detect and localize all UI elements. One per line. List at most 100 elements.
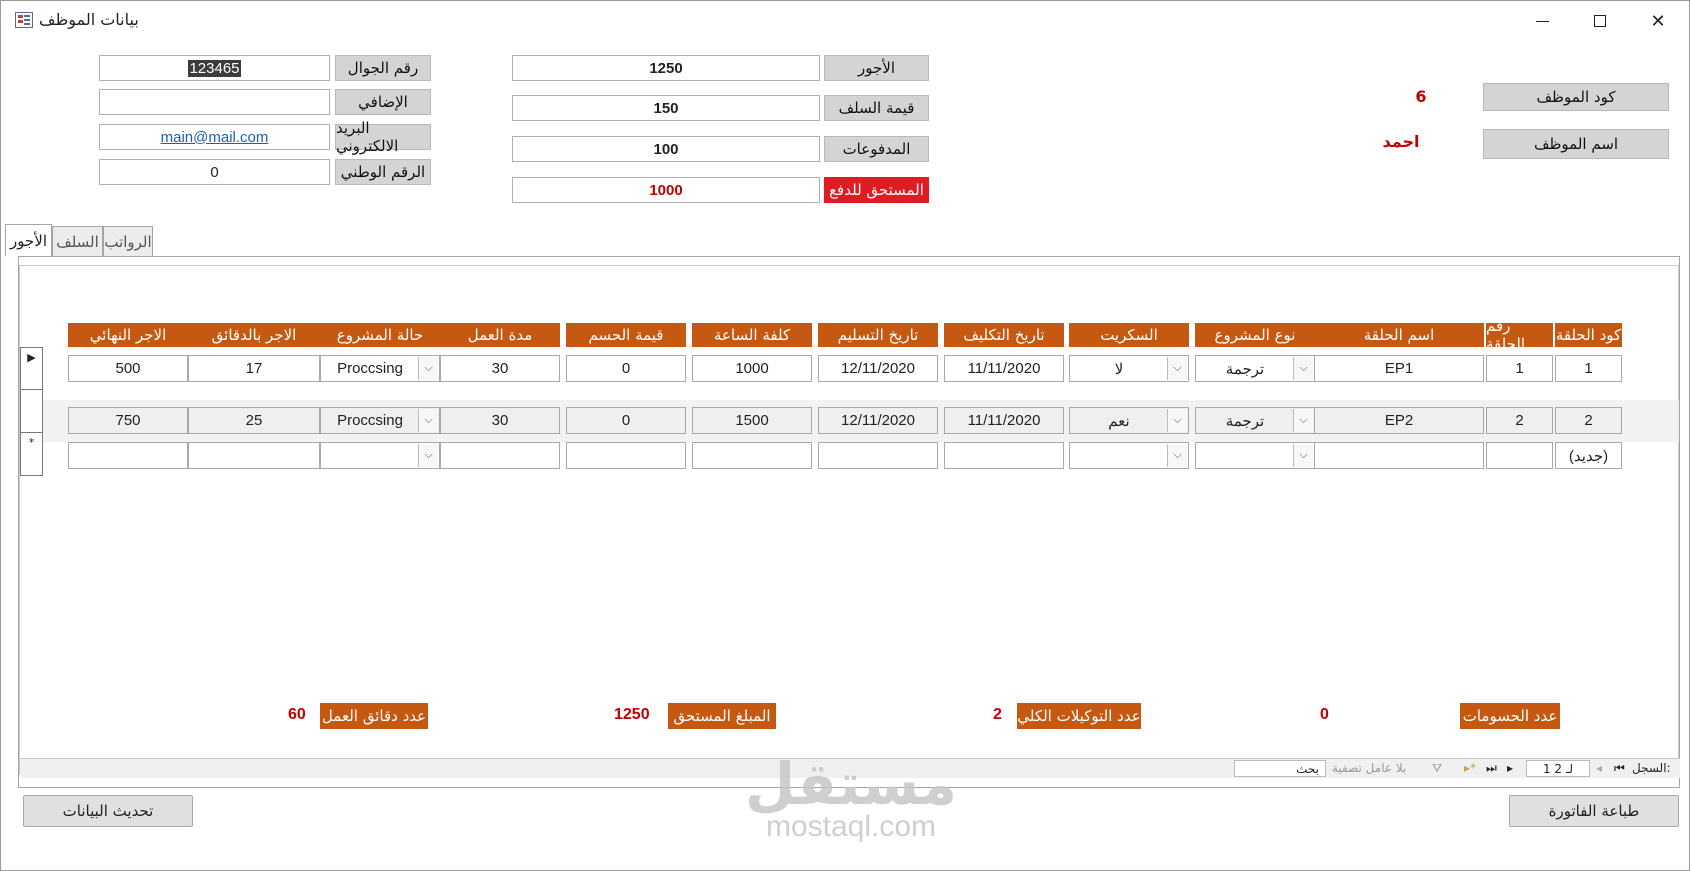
cell-project-type[interactable]: ترجمة ⌵ [1195, 407, 1315, 434]
chevron-down-icon[interactable]: ⌵ [1293, 357, 1313, 380]
chevron-down-icon[interactable]: ⌵ [418, 444, 438, 467]
row-selector[interactable] [20, 390, 43, 433]
search-input[interactable]: بحث [1234, 760, 1326, 777]
next-record-icon[interactable]: ▸ [1507, 761, 1513, 775]
header-ep-name: اسم الحلقة [1314, 323, 1484, 347]
chevron-down-icon[interactable]: ⌵ [1167, 409, 1187, 432]
cell-deduction[interactable]: 0 [566, 355, 686, 382]
new-row-selector[interactable]: * [20, 433, 43, 476]
cell-final-wage[interactable]: 750 [68, 407, 188, 434]
email-link[interactable]: main@mail.com [161, 129, 269, 146]
chevron-down-icon[interactable]: ⌵ [1293, 444, 1313, 467]
chevron-down-icon[interactable]: ⌵ [1293, 409, 1313, 432]
watermark: مستقل mostaql.com [741, 750, 961, 842]
no-filter-label[interactable]: بلا عامل تصفية [1332, 761, 1406, 775]
header-hour-cost: كلفة الساعة [692, 323, 812, 347]
cell-project-type-new[interactable]: ⌵ [1195, 442, 1315, 469]
tab-advances[interactable]: السلف [52, 226, 103, 256]
cell-ep-name-new[interactable] [1314, 442, 1484, 469]
cell-hour-cost-new[interactable] [692, 442, 812, 469]
cell-status-new[interactable]: ⌵ [320, 442, 440, 469]
cell-ep-num[interactable]: 1 [1486, 355, 1553, 382]
cell-ep-num-new[interactable] [1486, 442, 1553, 469]
extra-field[interactable] [99, 89, 330, 115]
cell-final-wage-new[interactable] [68, 442, 188, 469]
due-field[interactable]: 1000 [512, 177, 820, 203]
last-record-icon[interactable]: ⏭ [1486, 761, 1497, 776]
work-minutes-value: 60 [288, 706, 306, 723]
cell-minute-wage[interactable]: 17 [188, 355, 320, 382]
header-delivery-date: تاريخ التسليم [818, 323, 938, 347]
deductions-count-label: عدد الحسومات [1460, 703, 1560, 729]
wages-tab-panel: كود الحلقة رقم الحلقة اسم الحلقة نوع الم… [18, 256, 1680, 788]
header-status: حالة المشروع [320, 323, 440, 347]
header-ep-code: كود الحلقة [1555, 323, 1622, 347]
payments-field[interactable]: 100 [512, 136, 820, 162]
advances-field[interactable]: 150 [512, 95, 820, 121]
mobile-field[interactable]: 123465 [99, 55, 330, 81]
email-field[interactable]: main@mail.com [99, 124, 330, 150]
cell-ep-code-new[interactable]: (جديد) [1555, 442, 1622, 469]
assignments-total-value: 2 [993, 706, 1002, 723]
cell-delivery-date[interactable]: 12/11/2020 [818, 407, 938, 434]
cell-minute-wage[interactable]: 25 [188, 407, 320, 434]
tab-salaries[interactable]: الرواتب [103, 226, 153, 256]
close-button[interactable]: ✕ [1637, 7, 1679, 35]
cell-script[interactable]: لا ⌵ [1069, 355, 1189, 382]
tab-wages[interactable]: الأجور [5, 224, 52, 256]
cell-minute-wage-new[interactable] [188, 442, 320, 469]
header-script: السكريت [1069, 323, 1189, 347]
refresh-data-button[interactable]: تحديث البيانات [23, 795, 193, 827]
cell-assign-date[interactable]: 11/11/2020 [944, 407, 1064, 434]
cell-status[interactable]: Proccsing ⌵ [320, 355, 440, 382]
cell-hour-cost[interactable]: 1000 [692, 355, 812, 382]
cell-hour-cost[interactable]: 1500 [692, 407, 812, 434]
chevron-down-icon[interactable]: ⌵ [418, 409, 438, 432]
record-label: السجل: [1632, 761, 1671, 775]
cell-project-type[interactable]: ترجمة ⌵ [1195, 355, 1315, 382]
cell-duration[interactable]: 30 [440, 355, 560, 382]
wages-field[interactable]: 1250 [512, 55, 820, 81]
employee-code-value: 6 [1415, 87, 1427, 106]
cell-ep-name[interactable]: EP1 [1314, 355, 1484, 382]
close-icon: ✕ [1650, 10, 1666, 32]
cell-status[interactable]: Proccsing ⌵ [320, 407, 440, 434]
header-ep-num: رقم الحلقة [1486, 317, 1553, 353]
header-final-wage: الاجر النهائي [68, 323, 188, 347]
first-record-icon[interactable]: ⏮ [1614, 761, 1625, 776]
row-selector-current[interactable]: ▶ [20, 347, 43, 390]
cell-duration[interactable]: 30 [440, 407, 560, 434]
window-title: بيانات الموظف [39, 10, 139, 29]
header-minute-wage: الاجر بالدقائق [188, 323, 320, 347]
chevron-down-icon[interactable]: ⌵ [1167, 444, 1187, 467]
national-id-field[interactable]: 0 [99, 159, 330, 185]
record-position-field[interactable]: 1 لـ 2 [1526, 760, 1590, 777]
chevron-down-icon[interactable]: ⌵ [1167, 357, 1187, 380]
maximize-button[interactable] [1579, 7, 1621, 35]
cell-deduction-new[interactable] [566, 442, 686, 469]
cell-script-new[interactable]: ⌵ [1069, 442, 1189, 469]
print-invoice-button[interactable]: طباعة الفاتورة [1509, 795, 1679, 827]
cell-final-wage[interactable]: 500 [68, 355, 188, 382]
new-record-icon[interactable]: ▸* [1464, 761, 1476, 775]
chevron-down-icon[interactable]: ⌵ [418, 357, 438, 380]
cell-duration-new[interactable] [440, 442, 560, 469]
extra-label: الإضافي [335, 89, 431, 115]
cell-ep-num[interactable]: 2 [1486, 407, 1553, 434]
filter-icon[interactable]: ⛛ [1432, 761, 1442, 776]
watermark-logo: مستقل [744, 750, 958, 818]
cell-assign-date-new[interactable] [944, 442, 1064, 469]
title-bar: بيانات الموظف ✕ [1, 1, 1689, 41]
cell-ep-name[interactable]: EP2 [1314, 407, 1484, 434]
form-icon [15, 12, 33, 28]
cell-delivery-date-new[interactable] [818, 442, 938, 469]
cell-script[interactable]: نعم ⌵ [1069, 407, 1189, 434]
cell-assign-date[interactable]: 11/11/2020 [944, 355, 1064, 382]
cell-ep-code[interactable]: 1 [1555, 355, 1622, 382]
cell-deduction[interactable]: 0 [566, 407, 686, 434]
previous-record-icon[interactable]: ◂ [1596, 761, 1602, 775]
cell-ep-code[interactable]: 2 [1555, 407, 1622, 434]
cell-delivery-date[interactable]: 12/11/2020 [818, 355, 938, 382]
minimize-button[interactable] [1521, 7, 1563, 35]
current-record-icon: ▶ [27, 351, 36, 364]
